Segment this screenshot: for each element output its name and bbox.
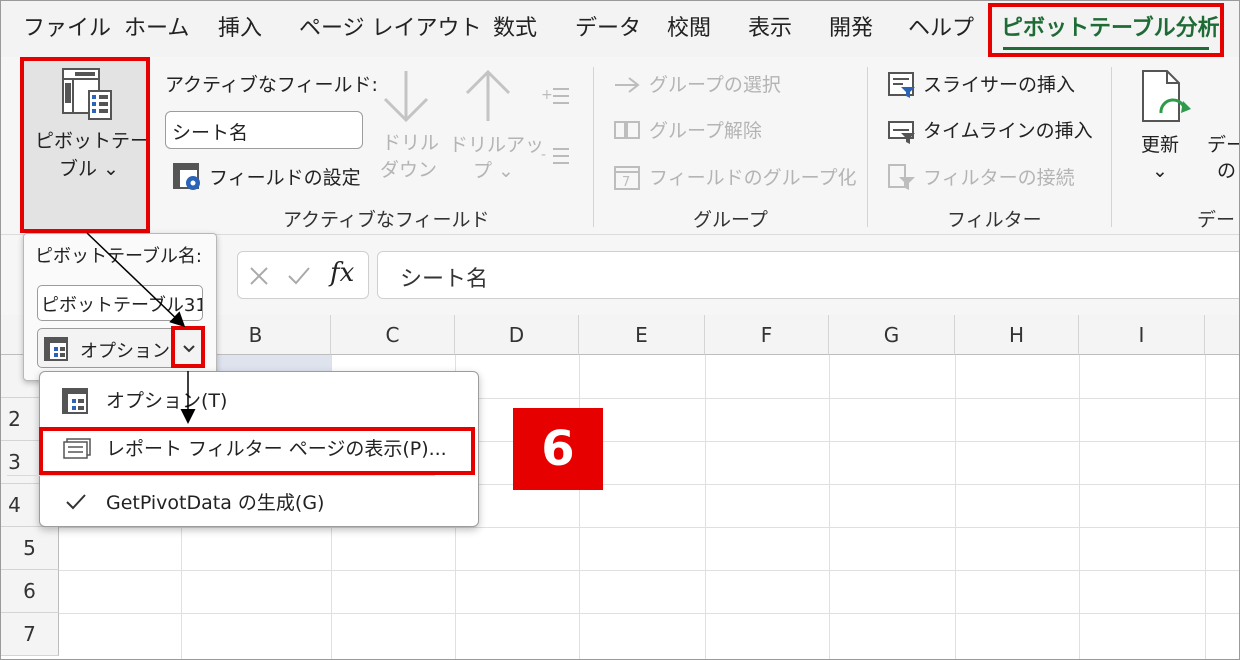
arrow-to-dropdown [86, 232, 186, 328]
annotation-arrows [86, 232, 196, 424]
excel-window: ファイル ホーム 挿入 ページ レイアウト 数式 データ 校閲 表示 開発 ヘル… [0, 0, 1240, 660]
